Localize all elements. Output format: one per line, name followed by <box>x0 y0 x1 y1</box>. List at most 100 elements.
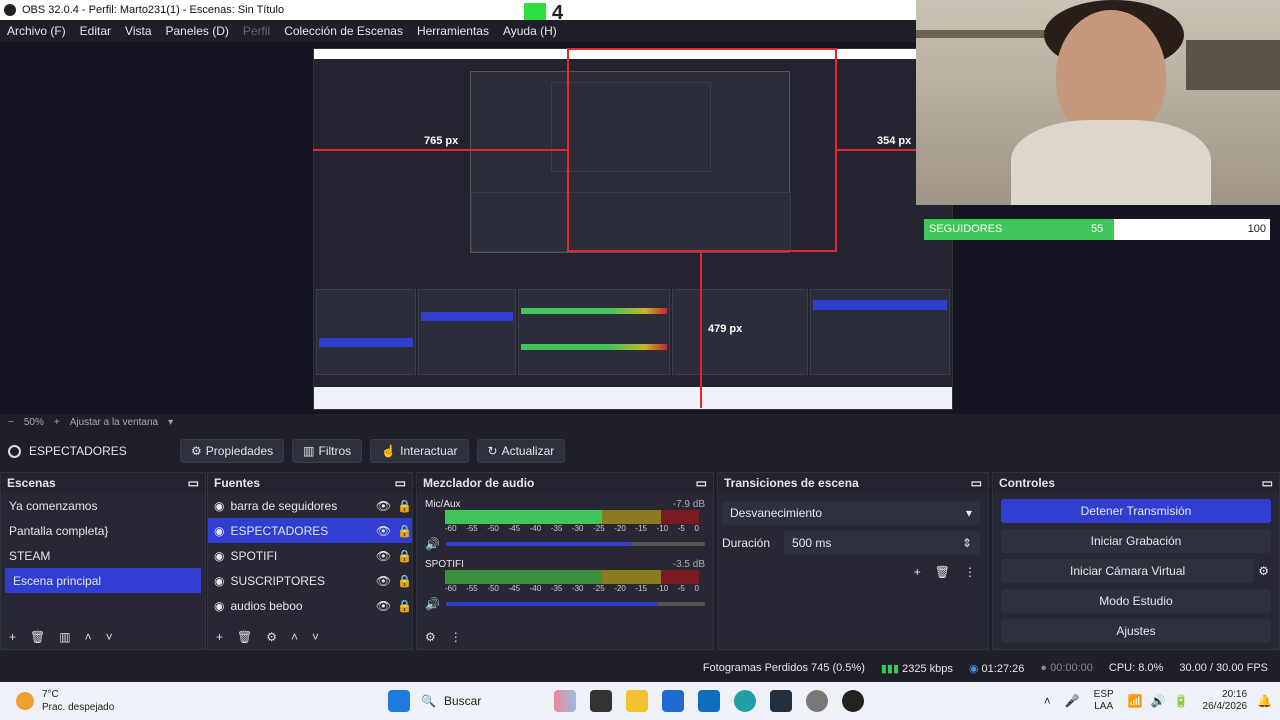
settings-icon[interactable] <box>806 690 828 712</box>
volume-slider[interactable] <box>445 542 705 546</box>
person-body <box>1011 120 1211 205</box>
eye-icon[interactable]: 👁 <box>376 499 391 513</box>
arrow-up-icon[interactable]: ˄ <box>291 630 298 644</box>
tick: -35 <box>550 584 563 593</box>
eye-icon[interactable]: 👁 <box>376 549 391 563</box>
interact-button[interactable]: ☝ Interactuar <box>370 439 469 463</box>
obs-taskbar-icon[interactable] <box>842 690 864 712</box>
lock-icon[interactable]: 🔒 <box>397 499 412 513</box>
taskbar-search[interactable]: 🔍 Buscar <box>417 694 547 708</box>
guide-label-right: 354 px <box>877 135 912 147</box>
settings-button[interactable]: Ajustes <box>1001 619 1271 643</box>
weather-widget[interactable]: 7°C Prac. despejado <box>0 688 300 714</box>
trash-icon[interactable]: 🗑 <box>30 630 45 644</box>
trash-icon[interactable]: 🗑 <box>935 565 950 579</box>
amazon-icon[interactable] <box>770 690 792 712</box>
lock-icon[interactable]: 🔒 <box>397 549 412 563</box>
trash-icon[interactable]: 🗑 <box>237 630 252 644</box>
menu-archivo[interactable]: Archivo (F) <box>7 24 66 38</box>
undock-icon[interactable]: ▭ <box>188 476 199 490</box>
refresh-button[interactable]: ↻ Actualizar <box>476 439 566 463</box>
transition-select[interactable]: Desvanecimiento ▾ <box>722 501 980 525</box>
lock-icon[interactable]: 🔒 <box>397 574 412 588</box>
start-virtual-camera-button[interactable]: Iniciar Cámara Virtual <box>1001 559 1255 583</box>
gear-icon[interactable]: ⚙ <box>1258 564 1269 578</box>
stop-stream-button[interactable]: Detener Transmisión <box>1001 499 1271 523</box>
scene-item[interactable]: STEAM <box>1 543 205 568</box>
lang-secondary: LAA <box>1094 701 1114 712</box>
source-item[interactable]: ◉ SPOTIFI 👁 🔒 <box>208 543 412 568</box>
source-item[interactable]: ◉ barra de seguidores 👁 🔒 <box>208 493 412 518</box>
menu-paneles[interactable]: Paneles (D) <box>166 24 229 38</box>
filter-icon[interactable]: ▥ <box>59 630 70 644</box>
stream-time-value: 01:27:26 <box>981 662 1025 675</box>
task-view-icon[interactable] <box>590 690 612 712</box>
status-bar: Fotogramas Perdidos 745 (0.5%) ▮▮▮ 2325 … <box>0 656 1280 680</box>
zoom-out-button[interactable]: − <box>8 417 14 428</box>
scene-item[interactable]: Ya comenzamos <box>1 493 205 518</box>
arrow-down-icon[interactable]: ˅ <box>106 630 113 644</box>
properties-button[interactable]: ⚙ Propiedades <box>180 439 285 463</box>
spin-arrows-icon[interactable]: ⇕ <box>962 536 972 550</box>
store-icon[interactable] <box>662 690 684 712</box>
speaker-icon[interactable]: 🔊 <box>425 597 440 611</box>
menu-editar[interactable]: Editar <box>80 24 111 38</box>
undock-icon[interactable]: ▭ <box>1262 476 1273 490</box>
arrow-down-icon[interactable]: ˅ <box>312 630 319 644</box>
source-item-selected[interactable]: ◉ ESPECTADORES 👁 🔒 <box>208 518 412 543</box>
scene-item-selected[interactable]: Escena principal <box>5 568 201 593</box>
eye-icon[interactable]: 👁 <box>376 574 391 588</box>
hand-icon: ☝ <box>381 444 397 458</box>
battery-icon[interactable]: 🔋 <box>1174 694 1189 708</box>
source-item[interactable]: ◉ SUSCRIPTORES 👁 🔒 <box>208 568 412 593</box>
duration-label: Duración <box>722 536 771 550</box>
lock-icon[interactable]: 🔒 <box>397 524 412 538</box>
scene-item[interactable]: Pantalla completa} <box>1 518 205 543</box>
undock-icon[interactable]: ▭ <box>971 476 982 490</box>
undock-icon[interactable]: ▭ <box>395 476 406 490</box>
lock-icon[interactable]: 🔒 <box>397 599 412 613</box>
file-explorer-icon[interactable] <box>626 690 648 712</box>
volume-icon[interactable]: 🔊 <box>1151 694 1166 708</box>
follower-label: SEGUIDORES <box>929 223 1003 235</box>
menu-coleccion-escenas[interactable]: Colección de Escenas <box>284 24 403 38</box>
filters-button[interactable]: ▥ Filtros <box>292 439 363 463</box>
studio-mode-button[interactable]: Modo Estudio <box>1001 589 1271 613</box>
wifi-icon[interactable]: 📶 <box>1128 694 1143 708</box>
notification-icon[interactable]: 🔔 <box>1257 694 1272 708</box>
chevron-up-icon[interactable]: ˄ <box>1044 694 1051 708</box>
gear-icon[interactable]: ⚙ <box>425 630 436 644</box>
selection-bounding-box[interactable] <box>567 48 837 252</box>
edge-icon[interactable] <box>734 690 756 712</box>
duration-spinbox[interactable]: 500 ms ⇕ <box>784 531 980 555</box>
start-recording-button[interactable]: Iniciar Grabación <box>1001 529 1271 553</box>
source-item[interactable]: ◉ audios beboo 👁 🔒 <box>208 593 412 618</box>
add-icon[interactable]: + <box>216 630 223 644</box>
windows-start-icon[interactable] <box>388 690 410 712</box>
clock[interactable]: 20:16 26/4/2026 <box>1203 689 1248 713</box>
more-icon[interactable]: ⋮ <box>964 565 976 579</box>
outlook-icon[interactable] <box>698 690 720 712</box>
eye-icon[interactable]: 👁 <box>376 524 391 538</box>
menu-ayuda[interactable]: Ayuda (H) <box>503 24 557 38</box>
menu-vista[interactable]: Vista <box>125 24 151 38</box>
eye-icon[interactable]: 👁 <box>376 599 391 613</box>
arrow-up-icon[interactable]: ˄ <box>85 630 92 644</box>
app-icon[interactable] <box>554 690 576 712</box>
fit-window-select[interactable]: Ajustar a la ventana <box>70 417 158 428</box>
microphone-icon[interactable]: 🎤 <box>1065 694 1080 708</box>
add-icon[interactable]: + <box>9 630 16 644</box>
undock-icon[interactable]: ▭ <box>696 476 707 490</box>
more-icon[interactable]: ⋮ <box>450 630 462 644</box>
window-title: OBS 32.0.4 - Perfil: Marto231(1) - Escen… <box>22 4 285 16</box>
menu-herramientas[interactable]: Herramientas <box>417 24 489 38</box>
speaker-icon[interactable]: 🔊 <box>425 537 440 551</box>
gear-icon[interactable]: ⚙ <box>266 630 277 644</box>
add-icon[interactable]: + <box>914 565 921 579</box>
zoom-in-button[interactable]: + <box>54 417 60 428</box>
volume-slider[interactable] <box>445 602 705 606</box>
sources-dock: Fuentes ▭ ◉ barra de seguidores 👁 🔒 ◉ ESPECTA… <box>207 472 413 650</box>
language-indicator[interactable]: ESP LAA <box>1094 689 1114 713</box>
menu-perfil[interactable]: Perfil <box>243 24 270 38</box>
chevron-down-icon[interactable]: ▾ <box>168 417 173 428</box>
